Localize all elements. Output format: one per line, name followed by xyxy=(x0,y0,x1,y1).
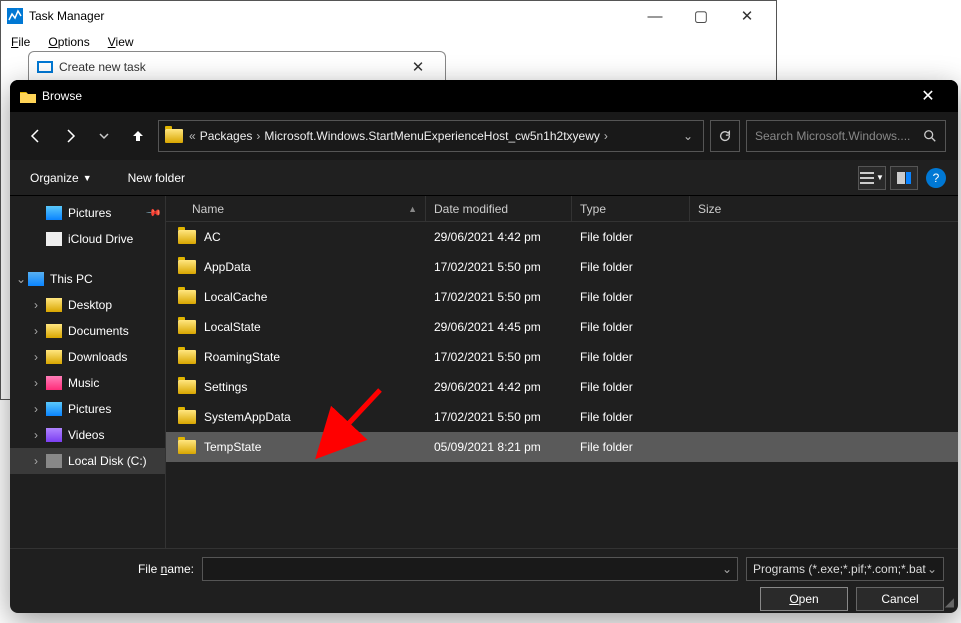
file-list[interactable]: Name▲ Date modified Type Size AC29/06/20… xyxy=(166,196,958,548)
pictures-icon xyxy=(46,402,62,416)
tree-item-music[interactable]: ›Music xyxy=(10,370,165,396)
organize-button[interactable]: Organize ▼ xyxy=(22,167,100,189)
folder-icon xyxy=(20,89,36,103)
fold-icon xyxy=(46,298,62,312)
fold-icon xyxy=(46,324,62,338)
tree-item-desktop[interactable]: ›Desktop xyxy=(10,292,165,318)
address-history-button[interactable]: ⌄ xyxy=(683,129,693,143)
tree-item-videos[interactable]: ›Videos xyxy=(10,422,165,448)
tree-item-this-pc[interactable]: ⌄This PC xyxy=(10,266,165,292)
breadcrumb-current[interactable]: Microsoft.Windows.StartMenuExperienceHos… xyxy=(264,129,599,143)
file-name-input[interactable]: ⌄ xyxy=(202,557,738,581)
disk-icon xyxy=(46,454,62,468)
folder-icon xyxy=(178,440,196,454)
view-options-button[interactable]: ▼ xyxy=(858,166,886,190)
column-type[interactable]: Type xyxy=(572,196,690,221)
task-manager-titlebar[interactable]: Task Manager — ▢ ✕ xyxy=(1,1,776,31)
tree-item-documents[interactable]: ›Documents xyxy=(10,318,165,344)
browse-titlebar[interactable]: Browse ✕ xyxy=(10,80,958,112)
column-headers[interactable]: Name▲ Date modified Type Size xyxy=(166,196,958,222)
search-icon xyxy=(923,129,937,143)
browse-navbar: « Packages › Microsoft.Windows.StartMenu… xyxy=(10,112,958,160)
run-dialog-icon xyxy=(37,59,53,75)
tree-item-pictures[interactable]: Pictures📌 xyxy=(10,200,165,226)
chevron-right-icon: › xyxy=(604,129,608,143)
file-name-history-button[interactable]: ⌄ xyxy=(717,558,737,580)
cancel-button[interactable]: Cancel xyxy=(856,587,944,611)
refresh-button[interactable] xyxy=(710,120,740,152)
file-row[interactable]: AC29/06/2021 4:42 pmFile folder xyxy=(166,222,958,252)
file-row[interactable]: LocalState29/06/2021 4:45 pmFile folder xyxy=(166,312,958,342)
folder-icon xyxy=(165,129,183,143)
file-row[interactable]: SystemAppData17/02/2021 5:50 pmFile fold… xyxy=(166,402,958,432)
search-placeholder: Search Microsoft.Windows.... xyxy=(755,129,910,143)
file-type-select[interactable]: Programs (*.exe;*.pif;*.com;*.bat⌄ xyxy=(746,557,944,581)
help-button[interactable]: ? xyxy=(926,168,946,188)
pin-icon: 📌 xyxy=(144,205,161,222)
video-icon xyxy=(46,428,62,442)
column-date[interactable]: Date modified xyxy=(426,196,572,221)
forward-button[interactable] xyxy=(56,122,84,150)
menu-view[interactable]: View xyxy=(108,35,134,49)
file-row[interactable]: Settings29/06/2021 4:42 pmFile folder xyxy=(166,372,958,402)
back-button[interactable] xyxy=(22,122,50,150)
file-row[interactable]: AppData17/02/2021 5:50 pmFile folder xyxy=(166,252,958,282)
tree-item-downloads[interactable]: ›Downloads xyxy=(10,344,165,370)
column-size[interactable]: Size xyxy=(690,196,958,221)
file-row[interactable]: RoamingState17/02/2021 5:50 pmFile folde… xyxy=(166,342,958,372)
close-button[interactable]: ✕ xyxy=(724,1,770,31)
cloud-icon xyxy=(46,232,62,246)
browse-footer: File name: ⌄ Programs (*.exe;*.pif;*.com… xyxy=(10,548,958,613)
create-task-titlebar[interactable]: Create new task ✕ xyxy=(29,52,445,82)
create-task-title: Create new task xyxy=(59,60,146,74)
folder-icon xyxy=(178,410,196,424)
folder-icon xyxy=(178,230,196,244)
chevron-right-icon: › xyxy=(256,129,260,143)
new-folder-button[interactable]: New folder xyxy=(120,167,193,189)
sort-asc-icon: ▲ xyxy=(408,204,417,214)
tree-item-local-disk-c-[interactable]: ›Local Disk (C:) xyxy=(10,448,165,474)
breadcrumb-packages[interactable]: Packages xyxy=(200,129,253,143)
resize-grip[interactable]: ◢ xyxy=(945,595,954,609)
file-name-label: File name: xyxy=(24,562,194,576)
folder-icon xyxy=(178,290,196,304)
menu-file[interactable]: File xyxy=(11,35,30,49)
pictures-icon xyxy=(46,206,62,220)
task-manager-title: Task Manager xyxy=(29,9,104,23)
up-button[interactable] xyxy=(124,122,152,150)
browse-toolbar: Organize ▼ New folder ▼ ? xyxy=(10,160,958,196)
breadcrumb-overflow[interactable]: « xyxy=(189,129,196,143)
task-manager-menubar: File Options View xyxy=(1,31,776,53)
task-manager-icon xyxy=(7,8,23,24)
navigation-tree[interactable]: Pictures📌iCloud Drive⌄This PC›Desktop›Do… xyxy=(10,196,166,548)
folder-icon xyxy=(178,320,196,334)
minimize-button[interactable]: — xyxy=(632,1,678,31)
music-icon xyxy=(46,376,62,390)
preview-pane-button[interactable] xyxy=(890,166,918,190)
column-name[interactable]: Name▲ xyxy=(166,196,426,221)
maximize-button[interactable]: ▢ xyxy=(678,1,724,31)
folder-icon xyxy=(178,260,196,274)
file-row[interactable]: TempState05/09/2021 8:21 pmFile folder xyxy=(166,432,958,462)
file-row[interactable]: LocalCache17/02/2021 5:50 pmFile folder xyxy=(166,282,958,312)
address-bar[interactable]: « Packages › Microsoft.Windows.StartMenu… xyxy=(158,120,704,152)
tree-item-pictures[interactable]: ›Pictures xyxy=(10,396,165,422)
browse-dialog: Browse ✕ « Packages › Microsoft.Windows.… xyxy=(10,80,958,613)
folder-icon xyxy=(178,350,196,364)
open-button[interactable]: Open xyxy=(760,587,848,611)
browse-close-button[interactable]: ✕ xyxy=(908,80,948,112)
folder-icon xyxy=(178,380,196,394)
tree-item-icloud-drive[interactable]: iCloud Drive xyxy=(10,226,165,252)
pc-icon xyxy=(28,272,44,286)
create-task-close-button[interactable]: ✕ xyxy=(399,58,437,76)
recent-locations-button[interactable] xyxy=(90,122,118,150)
browse-title: Browse xyxy=(42,89,82,103)
search-box[interactable]: Search Microsoft.Windows.... xyxy=(746,120,946,152)
menu-options[interactable]: Options xyxy=(48,35,89,49)
fold-icon xyxy=(46,350,62,364)
